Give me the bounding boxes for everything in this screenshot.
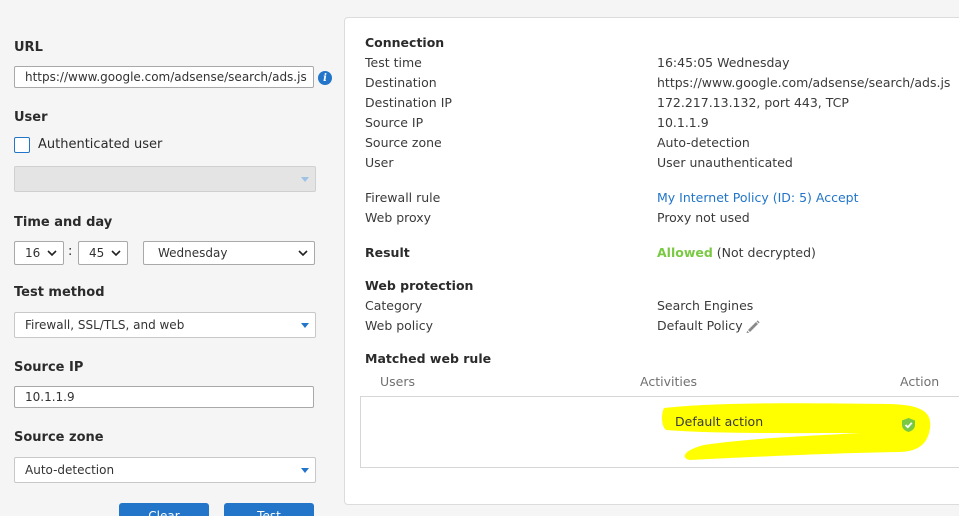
- source-ip-result-value: 10.1.1.9: [657, 115, 709, 130]
- day-select[interactable]: Wednesday: [143, 241, 315, 265]
- time-day-label: Time and day: [14, 215, 113, 230]
- user-result-label: User: [365, 155, 394, 170]
- authenticated-user-checkbox[interactable]: [14, 137, 30, 153]
- firewall-rule-link[interactable]: My Internet Policy (ID: 5) Accept: [657, 190, 858, 205]
- users-column-header: Users: [380, 374, 416, 389]
- result-value: Allowed (Not decrypted): [657, 245, 816, 260]
- destination-ip-label: Destination IP: [365, 95, 452, 110]
- chevron-down-icon: [111, 242, 121, 264]
- day-value: Wednesday: [158, 246, 228, 260]
- result-label: Result: [365, 245, 410, 260]
- source-zone-result-value: Auto-detection: [657, 135, 750, 150]
- shield-check-icon: [902, 418, 915, 432]
- category-label: Category: [365, 298, 423, 313]
- firewall-rule-label: Firewall rule: [365, 190, 441, 205]
- source-zone-value: Auto-detection: [25, 463, 115, 477]
- destination-value: https://www.google.com/adsense/search/ad…: [657, 75, 951, 90]
- test-button[interactable]: Test: [224, 503, 314, 516]
- test-method-label: Test method: [14, 285, 105, 300]
- source-ip-label: Source IP: [14, 360, 84, 375]
- result-status: Allowed: [657, 245, 713, 260]
- source-ip-input[interactable]: 10.1.1.9: [14, 386, 314, 408]
- source-zone-result-label: Source zone: [365, 135, 442, 150]
- source-zone-select[interactable]: Auto-detection: [14, 457, 316, 483]
- yellow-highlight-annotation: [661, 403, 931, 460]
- url-input[interactable]: https://www.google.com/adsense/search/ad…: [14, 66, 314, 88]
- test-method-select[interactable]: Firewall, SSL/TLS, and web: [14, 312, 316, 338]
- action-column-header: Action: [900, 374, 940, 389]
- dropdown-arrow-icon: [301, 177, 309, 182]
- dropdown-arrow-icon: [301, 468, 309, 473]
- source-zone-label: Source zone: [14, 430, 104, 445]
- url-label: URL: [14, 40, 43, 55]
- test-method-value: Firewall, SSL/TLS, and web: [25, 318, 185, 332]
- matched-web-rule-heading: Matched web rule: [365, 351, 492, 366]
- destination-label: Destination: [365, 75, 437, 90]
- web-policy-label: Web policy: [365, 318, 434, 333]
- chevron-down-icon: [47, 242, 57, 264]
- user-result-value: User unauthenticated: [657, 155, 793, 170]
- info-icon[interactable]: i: [318, 71, 332, 85]
- test-time-label: Test time: [365, 55, 422, 70]
- dropdown-arrow-icon: [301, 323, 309, 328]
- test-parameters-panel: URL https://www.google.com/adsense/searc…: [0, 0, 336, 516]
- user-label: User: [14, 110, 48, 125]
- clear-button[interactable]: Clear: [119, 503, 209, 516]
- web-proxy-label: Web proxy: [365, 210, 432, 225]
- test-time-value: 16:45:05 Wednesday: [657, 55, 790, 70]
- activities-column-header: Activities: [640, 374, 698, 389]
- minute-value: 45: [89, 246, 105, 260]
- destination-ip-value: 172.217.13.132, port 443, TCP: [657, 95, 849, 110]
- pencil-icon[interactable]: [745, 319, 761, 333]
- result-detail: (Not decrypted): [716, 245, 816, 260]
- user-select: [14, 166, 316, 192]
- chevron-down-icon: [298, 242, 308, 264]
- authenticated-user-label: Authenticated user: [38, 137, 163, 152]
- web-protection-heading: Web protection: [365, 278, 474, 293]
- hour-select[interactable]: 16: [14, 241, 64, 265]
- source-ip-result-label: Source IP: [365, 115, 424, 130]
- connection-heading: Connection: [365, 35, 445, 50]
- web-policy-tester: URL https://www.google.com/adsense/searc…: [0, 0, 959, 516]
- minute-select[interactable]: 45: [78, 241, 128, 265]
- default-action-text: Default action: [675, 414, 764, 429]
- web-proxy-value: Proxy not used: [657, 210, 750, 225]
- category-value: Search Engines: [657, 298, 754, 313]
- time-separator: :: [68, 244, 73, 259]
- web-policy-value: Default Policy: [657, 318, 743, 333]
- hour-value: 16: [25, 246, 41, 260]
